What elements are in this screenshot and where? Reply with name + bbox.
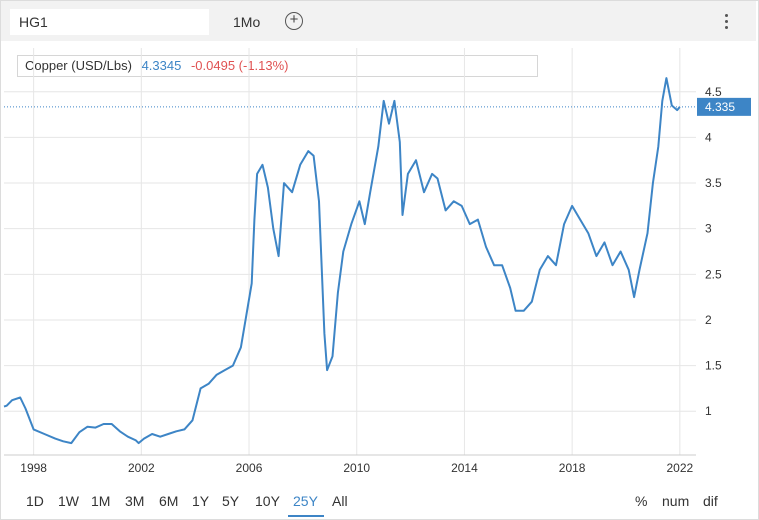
range-button-25y[interactable]: 25Y: [293, 493, 318, 509]
y-tick-label: 1.5: [705, 359, 722, 373]
range-button-all[interactable]: All: [332, 493, 348, 509]
range-selector: 1D 1W 1M 3M 6M 1Y 5Y 10Y 25Y All% num dif: [0, 486, 757, 517]
y-tick-label: 4.5: [705, 85, 722, 99]
interval-selector[interactable]: 1Mo: [233, 9, 260, 35]
y-tick-label: 3: [705, 222, 712, 236]
y-tick-label: 2.5: [705, 267, 722, 281]
toolbar: HG1 1Mo +: [1, 1, 756, 41]
x-tick-label: 2014: [451, 461, 478, 475]
y-tick-label: 3.5: [705, 176, 722, 190]
vertical-dots-icon[interactable]: [720, 12, 732, 34]
y-tick-label: 4: [705, 130, 712, 144]
symbol-input[interactable]: HG1: [10, 9, 209, 35]
plus-circle-icon[interactable]: +: [285, 12, 303, 30]
range-button-1y[interactable]: 1Y: [192, 493, 209, 509]
y-tick-label: 1: [705, 404, 712, 418]
range-button-5y[interactable]: 5Y: [222, 493, 239, 509]
price-series-line: [3, 77, 681, 445]
price-tag-label: 4.335: [705, 100, 735, 114]
scale-option-num[interactable]: num: [662, 493, 689, 509]
range-button-1m[interactable]: 1M: [91, 493, 110, 509]
scale-option-dif[interactable]: dif: [703, 493, 718, 509]
range-button-3m[interactable]: 3M: [125, 493, 144, 509]
x-tick-label: 2022: [666, 461, 693, 475]
price-chart[interactable]: 1 1.5 2 2.5 3 3.5 4 4.5 1998 2002 2006 2010 2014 2018…: [0, 42, 757, 486]
range-button-10y[interactable]: 10Y: [255, 493, 280, 509]
y-tick-label: 2: [705, 313, 712, 327]
x-tick-label: 2010: [343, 461, 370, 475]
x-tick-label: 1998: [20, 461, 47, 475]
x-tick-label: 2002: [128, 461, 155, 475]
range-button-1w[interactable]: 1W: [58, 493, 79, 509]
scale-option-percent[interactable]: %: [635, 493, 647, 509]
range-button-6m[interactable]: 6M: [159, 493, 178, 509]
x-tick-label: 2006: [236, 461, 263, 475]
active-range-indicator: [288, 515, 324, 517]
range-button-1d[interactable]: 1D: [26, 493, 44, 509]
x-tick-label: 2018: [559, 461, 586, 475]
